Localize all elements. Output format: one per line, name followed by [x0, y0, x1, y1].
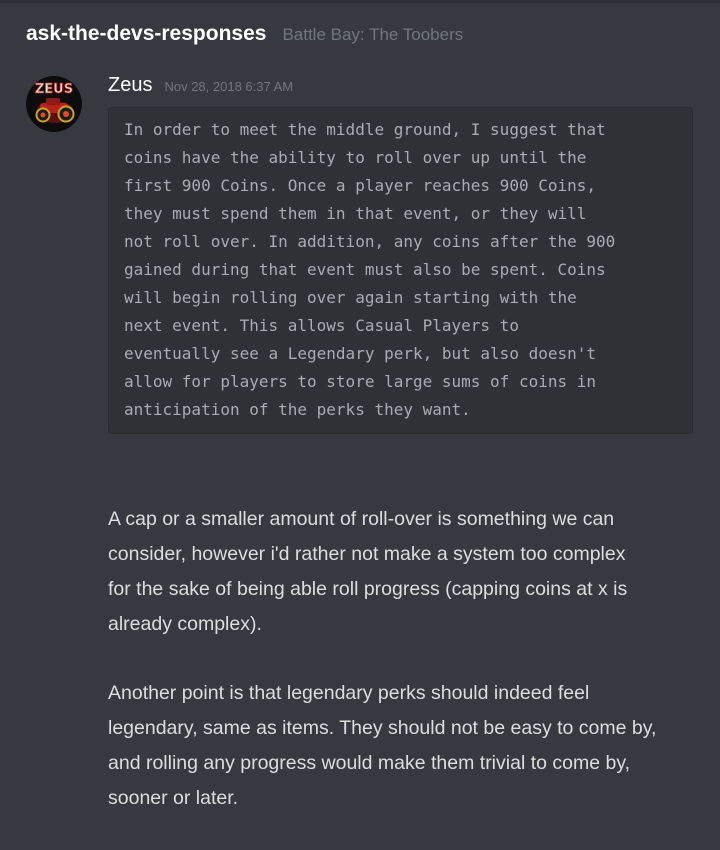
codeblock-line: first 900 Coins. Once a player reaches 9… — [124, 176, 597, 195]
codeblock-line: next event. This allows Casual Players t… — [124, 316, 519, 335]
codeblock-line: allow for players to store large sums of… — [124, 372, 597, 391]
quoted-codeblock: In order to meet the middle ground, I su… — [108, 107, 693, 434]
channel-header: ask-the-devs-responses Battle Bay: The T… — [26, 22, 463, 54]
zeus-avatar-icon[interactable]: ZEUS — [26, 76, 82, 132]
channel-name[interactable]: ask-the-devs-responses — [26, 22, 266, 46]
codeblock-line: anticipation of the perks they want. — [124, 400, 471, 419]
reply-line: consider, however i'd rather not make a … — [108, 543, 626, 565]
reply-paragraph: Another point is that legendary perks sh… — [108, 676, 708, 816]
codeblock-line: will begin rolling over again starting w… — [124, 288, 577, 307]
codeblock-line: coins have the ability to roll over up u… — [124, 148, 587, 167]
codeblock-line: gained during that event must also be sp… — [124, 260, 606, 279]
codeblock-line: they must spend them in that event, or t… — [124, 204, 587, 223]
reply-line: and rolling any progress would make them… — [108, 752, 631, 774]
reply-line: for the sake of being able roll progress… — [108, 578, 628, 600]
message-author-line: Zeus Nov 28, 2018 6:37 AM — [108, 74, 293, 97]
reply-line: A cap or a smaller amount of roll-over i… — [108, 508, 615, 530]
reply-paragraph: A cap or a smaller amount of roll-over i… — [108, 502, 708, 642]
reply-line: legendary, same as items. They should no… — [108, 717, 657, 739]
username[interactable]: Zeus — [108, 74, 152, 97]
codeblock-line: not roll over. In addition, any coins af… — [124, 232, 616, 251]
reply-line: already complex). — [108, 613, 262, 635]
reply-line: Another point is that legendary perks sh… — [108, 682, 590, 704]
codeblock-line: In order to meet the middle ground, I su… — [124, 120, 606, 139]
svg-text:ZEUS: ZEUS — [35, 82, 73, 97]
message-timestamp: Nov 28, 2018 6:37 AM — [164, 79, 294, 94]
codeblock-line: eventually see a Legendary perk, but als… — [124, 344, 597, 363]
reply-line: sooner or later. — [108, 787, 239, 809]
top-divider — [0, 0, 720, 3]
server-name: Battle Bay: The Toobers — [282, 25, 464, 44]
